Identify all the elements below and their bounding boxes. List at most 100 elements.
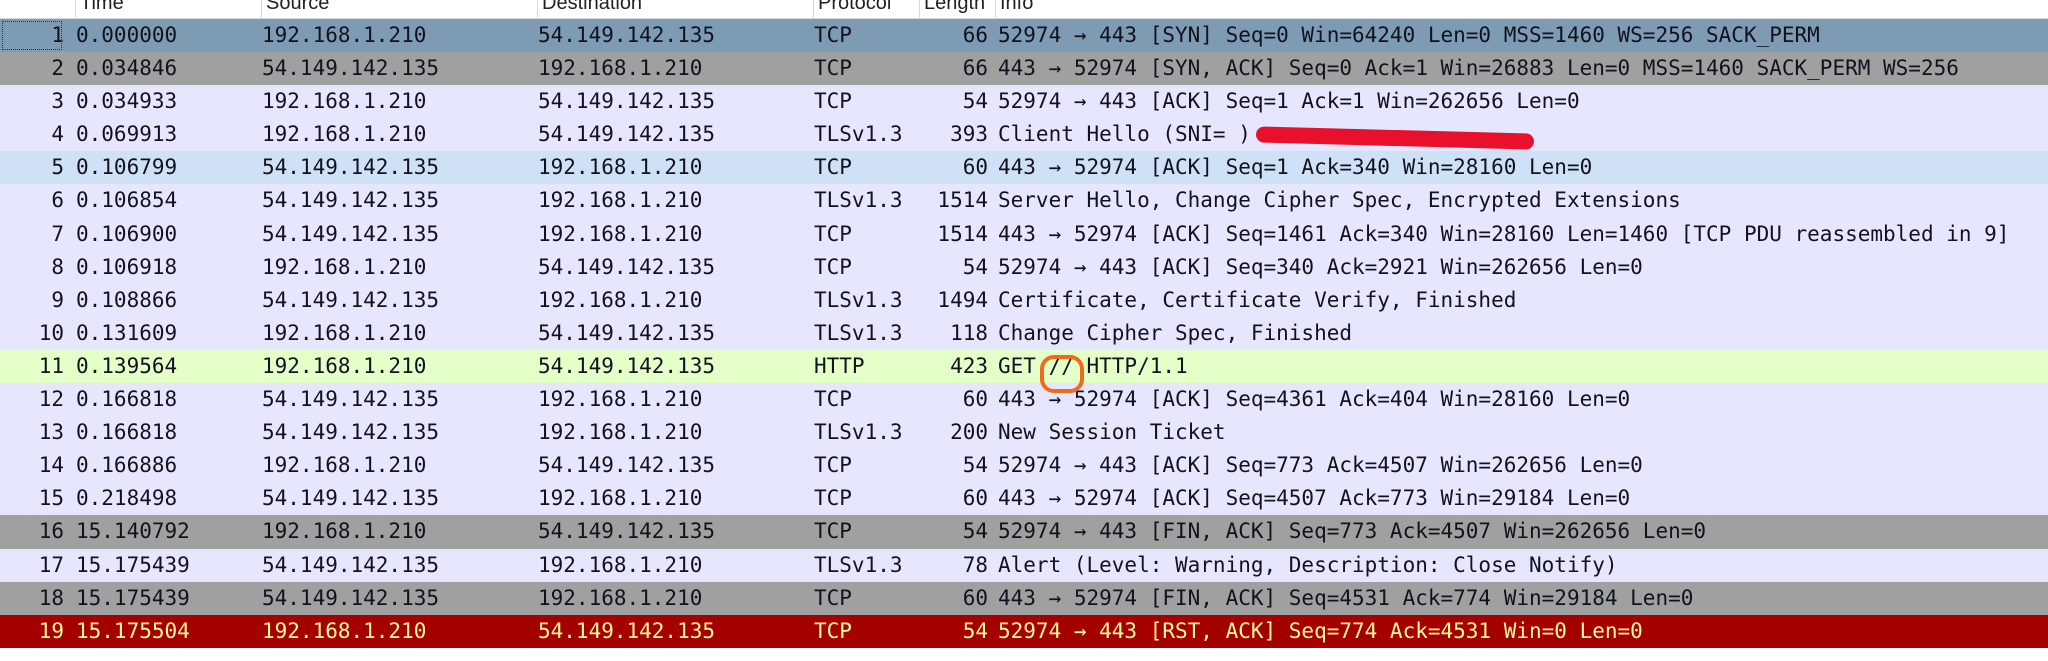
packet-destination: 192.168.1.210 <box>538 387 703 412</box>
packet-length: 60 <box>962 387 988 412</box>
packet-row[interactable]: 9 0.108866 54.149.142.135 192.168.1.210 TLSv… <box>0 283 2048 317</box>
packet-destination: 54.149.142.135 <box>538 618 716 643</box>
packet-row[interactable]: 19 15.175504 192.168.1.210 54.149.142.135 TC… <box>0 614 2048 648</box>
packet-source: 54.149.142.135 <box>262 188 440 213</box>
packet-length: 54 <box>962 254 988 279</box>
packet-info: 52974 → 443 [SYN] Seq=0 Win=64240 Len=0 … <box>998 23 1820 47</box>
packet-row[interactable]: 3 0.034933 192.168.1.210 54.149.142.135 TCP 5… <box>0 85 2048 119</box>
packet-time: 0.166818 <box>76 387 178 412</box>
packet-source: 54.149.142.135 <box>262 287 440 312</box>
packet-row[interactable]: 2 0.034846 54.149.142.135 192.168.1.210 TCP 6… <box>0 52 2048 86</box>
packet-info: 443 → 52974 [ACK] Seq=4507 Ack=773 Win=2… <box>998 486 1631 511</box>
packet-time: 0.034933 <box>76 89 178 114</box>
packet-source: 54.149.142.135 <box>262 221 440 246</box>
packet-time: 15.175439 <box>76 552 190 577</box>
packet-info: 52974 → 443 [ACK] Seq=340 Ack=2921 Win=2… <box>998 254 1643 279</box>
packet-source: 192.168.1.210 <box>262 618 427 643</box>
packet-info: 52974 → 443 [ACK] Seq=1 Ack=1 Win=262656… <box>998 89 1580 114</box>
packet-number: 6 <box>51 188 64 213</box>
packet-number: 14 <box>38 453 64 478</box>
packet-source: 192.168.1.210 <box>262 320 427 345</box>
packet-destination: 192.168.1.210 <box>538 585 703 610</box>
packet-number: 12 <box>38 387 64 412</box>
packet-row[interactable]: 14 0.166886 192.168.1.210 54.149.142.135 TCP… <box>0 449 2048 483</box>
packet-destination: 54.149.142.135 <box>538 122 716 147</box>
packet-destination: 54.149.142.135 <box>538 254 716 279</box>
packet-time: 0.218498 <box>76 486 178 511</box>
packet-number: 1 <box>0 19 64 52</box>
packet-length: 423 <box>950 353 988 378</box>
packet-time: 0.106854 <box>76 188 178 213</box>
packet-length: 1514 <box>937 221 988 246</box>
packet-length: 54 <box>962 453 988 478</box>
packet-row[interactable]: 8 0.106918 192.168.1.210 54.149.142.135 TCP 5… <box>0 250 2048 284</box>
packet-source: 54.149.142.135 <box>262 585 440 610</box>
packet-source: 192.168.1.210 <box>262 254 427 279</box>
packet-row[interactable]: 4 0.069913 192.168.1.210 54.149.142.135 TLSv… <box>0 118 2048 152</box>
packet-info: 52974 → 443 [RST, ACK] Seq=774 Ack=4531 … <box>998 618 1643 643</box>
packet-length: 60 <box>962 585 988 610</box>
packet-row[interactable]: 11 0.139564 192.168.1.210 54.149.142.135 HTT… <box>0 349 2048 384</box>
packet-row[interactable]: 6 0.106854 54.149.142.135 192.168.1.210 TLSv… <box>0 184 2048 218</box>
packet-source: 192.168.1.210 <box>262 23 427 47</box>
packet-source: 192.168.1.210 <box>262 122 427 147</box>
packet-info: 443 → 52974 [SYN, ACK] Seq=0 Ack=1 Win=2… <box>998 56 1959 81</box>
column-header-length[interactable]: Length <box>920 0 996 18</box>
packet-number: 7 <box>51 221 64 246</box>
packet-destination: 54.149.142.135 <box>538 453 716 478</box>
packet-info: 52974 → 443 [ACK] Seq=773 Ack=4507 Win=2… <box>998 453 1643 478</box>
packet-source: 54.149.142.135 <box>262 552 440 577</box>
packet-row[interactable]: 15 0.218498 54.149.142.135 192.168.1.210 TCP… <box>0 482 2048 516</box>
packet-info: Alert (Level: Warning, Description: Clos… <box>998 552 1618 577</box>
packet-time: 15.175439 <box>76 585 190 610</box>
packet-length: 200 <box>950 420 988 445</box>
packet-info: 443 → 52974 [ACK] Seq=1461 Ack=340 Win=2… <box>998 221 2010 246</box>
packet-length: 54 <box>962 618 988 643</box>
column-header-bar: Time Source Destination Protocol Length … <box>0 0 2048 19</box>
column-header-no[interactable] <box>0 0 76 18</box>
packet-number: 19 <box>38 618 64 643</box>
packet-row[interactable]: 17 15.175439 54.149.142.135 192.168.1.210 TL… <box>0 548 2048 582</box>
column-header-protocol[interactable]: Protocol <box>814 0 920 18</box>
packet-number: 16 <box>38 519 64 544</box>
packet-row[interactable]: 5 0.106799 54.149.142.135 192.168.1.210 TCP 6… <box>0 151 2048 185</box>
packet-row[interactable]: 16 15.140792 192.168.1.210 54.149.142.135 TC… <box>0 515 2048 549</box>
packet-time: 0.034846 <box>76 56 178 81</box>
packet-info: Certificate, Certificate Verify, Finishe… <box>998 287 1517 312</box>
packet-info: Server Hello, Change Cipher Spec, Encryp… <box>998 188 1681 213</box>
packet-number: 11 <box>38 353 64 378</box>
packet-time: 0.106799 <box>76 155 178 180</box>
column-header-time[interactable]: Time <box>76 0 262 18</box>
packet-number: 10 <box>38 320 64 345</box>
packet-row[interactable]: 18 15.175439 54.149.142.135 192.168.1.210 TC… <box>0 581 2048 615</box>
packet-source: 54.149.142.135 <box>262 387 440 412</box>
packet-destination: 192.168.1.210 <box>538 420 703 445</box>
packet-source: 54.149.142.135 <box>262 56 440 81</box>
packet-number: 3 <box>51 89 64 114</box>
packet-length: 393 <box>950 122 988 147</box>
packet-time: 0.108866 <box>76 287 178 312</box>
packet-number: 18 <box>38 585 64 610</box>
annotation-circle <box>1040 355 1084 393</box>
packet-row[interactable]: 1 0.000000 192.168.1.210 54.149.142.135 TCP 6… <box>0 19 2048 53</box>
packet-info: Change Cipher Spec, Finished <box>998 320 1353 345</box>
column-header-info[interactable]: Info <box>996 0 2048 18</box>
packet-length: 78 <box>962 552 988 577</box>
packet-destination: 192.168.1.210 <box>538 221 703 246</box>
packet-row[interactable]: 13 0.166818 54.149.142.135 192.168.1.210 TLS… <box>0 416 2048 450</box>
packet-destination: 192.168.1.210 <box>538 287 703 312</box>
packet-length: 60 <box>962 486 988 511</box>
packet-row[interactable]: 7 0.106900 54.149.142.135 192.168.1.210 TCP 1… <box>0 217 2048 251</box>
packet-number: 17 <box>38 552 64 577</box>
packet-info: 443 → 52974 [FIN, ACK] Seq=4531 Ack=774 … <box>998 585 1694 610</box>
packet-source: 192.168.1.210 <box>262 453 427 478</box>
packet-list[interactable]: Time Source Destination Protocol Length … <box>0 0 2048 661</box>
packet-source: 54.149.142.135 <box>262 420 440 445</box>
packet-row[interactable]: 10 0.131609 192.168.1.210 54.149.142.135 TLS… <box>0 316 2048 350</box>
column-header-source[interactable]: Source <box>262 0 538 18</box>
column-header-destination[interactable]: Destination <box>538 0 814 18</box>
packet-time: 0.139564 <box>76 353 178 378</box>
packet-row[interactable]: 12 0.166818 54.149.142.135 192.168.1.210 TCP… <box>0 383 2048 417</box>
packet-source: 54.149.142.135 <box>262 486 440 511</box>
packet-number: 5 <box>51 155 64 180</box>
